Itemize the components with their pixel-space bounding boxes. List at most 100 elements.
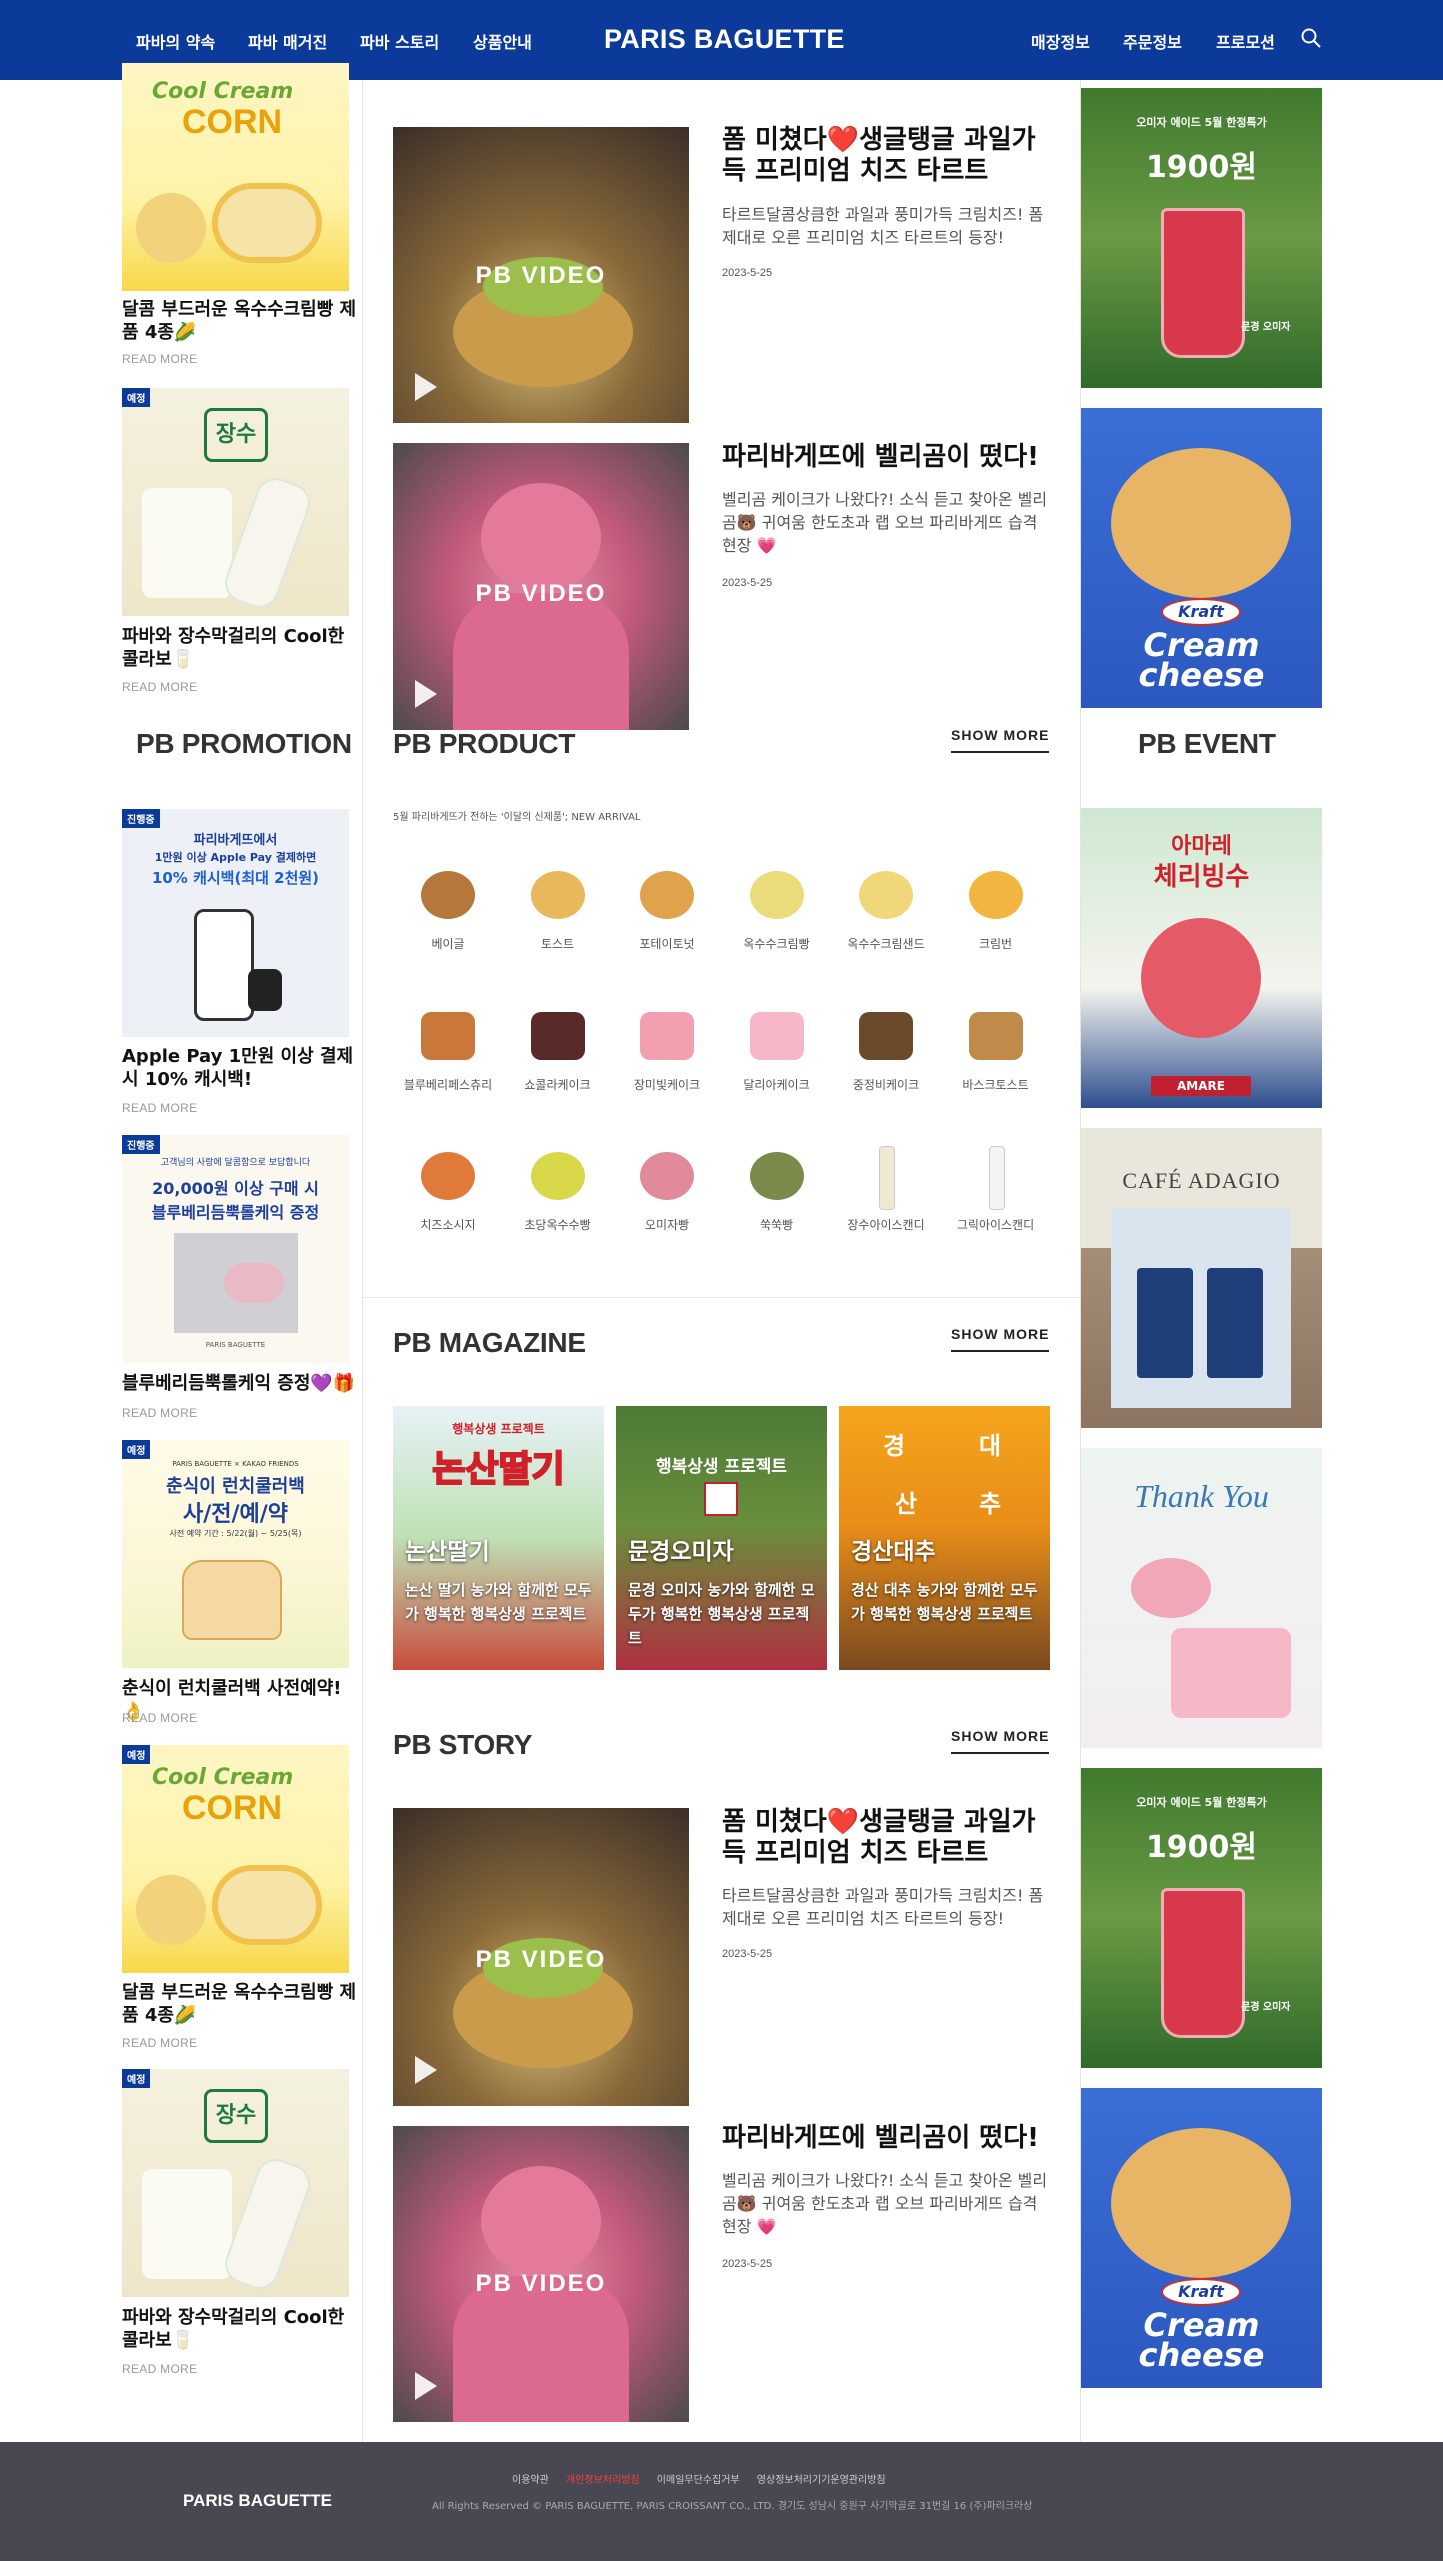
read-more-link[interactable]: READ MORE (122, 2036, 197, 2050)
product-show-more[interactable]: SHOW MORE (951, 727, 1050, 753)
event-banner[interactable]: CAFÉ ADAGIO (1081, 1128, 1322, 1428)
image-text: 파리바게뜨에서 (193, 833, 278, 848)
card-title[interactable]: 파바와 장수막걸리의 Cool한 콜라보🥛 (122, 2306, 362, 2352)
nav-magazine[interactable]: 파바 매거진 (248, 29, 327, 53)
photo-frame (1111, 1208, 1291, 1408)
product-item[interactable]: 쑥쑥빵 (722, 1146, 832, 1233)
video-thumbnail[interactable]: PB VIDEO (393, 1808, 689, 2106)
card-title[interactable]: 달콤 부드러운 옥수수크림빵 제품 4종🌽 (122, 1981, 362, 2027)
image-text: 고객님의 사랑에 달콤함으로 보답합니다 (160, 1158, 311, 1168)
card-title[interactable]: 달콤 부드러운 옥수수크림빵 제품 4종🌽 (122, 298, 362, 344)
event-banner[interactable]: Kraft Cream cheese (1081, 408, 1322, 708)
story-show-more[interactable]: SHOW MORE (951, 1728, 1050, 1754)
product-item[interactable]: 블루베리페스츄리 (393, 1006, 503, 1093)
read-more-link[interactable]: READ MORE (122, 2362, 197, 2376)
column-divider (362, 80, 363, 2442)
event-banner[interactable]: 오미자 에이드 5월 한정특가 1900원 문경 오미자 (1081, 88, 1322, 388)
magazine-desc: 문경 오미자 농가와 함께한 모두가 행복한 행복상생 프로젝트 (628, 1581, 815, 1647)
read-more-link[interactable]: READ MORE (122, 1406, 197, 1420)
event-banner[interactable]: Kraft Cream cheese (1081, 2088, 1322, 2388)
bread-shape (136, 193, 206, 263)
footer-link-cctv[interactable]: 영상정보처리기기운영관리방침 (757, 2475, 886, 2486)
brand-logo[interactable]: PARIS BAGUETTE (604, 24, 845, 55)
cake-photo (174, 1233, 298, 1333)
product-item[interactable]: 토스트 (503, 865, 613, 952)
event-heading: PB EVENT (1138, 728, 1276, 759)
nav-order[interactable]: 주문정보 (1123, 29, 1182, 53)
jangsu-card-image[interactable]: 예정 장수 (122, 388, 349, 616)
play-icon[interactable] (415, 2056, 437, 2084)
product-item[interactable]: 베이글 (393, 865, 503, 952)
product-item[interactable]: 바스크토스트 (941, 1006, 1051, 1093)
image-text: 장수 (204, 2089, 268, 2143)
cake-shape (1171, 1628, 1291, 1718)
product-label: 옥수수크림샌드 (847, 937, 925, 951)
corn-cream-card-image[interactable]: Cool Cream CORN (122, 63, 349, 291)
read-more-link[interactable]: READ MORE (122, 1101, 197, 1115)
apple-pay-card-image[interactable]: 진행중 파리바게뜨에서 1만원 이상 Apple Pay 결제하면 10% 캐시… (122, 809, 349, 1037)
jangsu-card-image[interactable]: 예정 장수 (122, 2069, 349, 2297)
video-thumbnail[interactable]: PB VIDEO (393, 2126, 689, 2422)
play-icon[interactable] (415, 2372, 437, 2400)
image-text: 10% 캐시백(최대 2천원) (151, 869, 320, 887)
product-image (632, 1006, 702, 1066)
nav-promise[interactable]: 파바의 약속 (136, 29, 215, 53)
story-date: 2023-5-25 (722, 1948, 773, 1960)
footer-link-terms[interactable]: 이용약관 (512, 2475, 549, 2486)
story-title[interactable]: 파리바게뜨에 벨리곰이 떴다! (722, 442, 1052, 473)
corn-cream-card-image[interactable]: 예정 Cool Cream CORN (122, 1745, 349, 1973)
product-item[interactable]: 오미자빵 (612, 1146, 722, 1233)
video-thumbnail[interactable]: PB VIDEO (393, 127, 689, 423)
product-label: 포테이토넛 (639, 937, 695, 951)
product-item[interactable]: 초당옥수수빵 (503, 1146, 613, 1233)
card-title[interactable]: 블루베리듬뿍롤케익 증정💜🎁 (122, 1372, 362, 1395)
play-icon[interactable] (415, 373, 437, 401)
product-image (523, 1146, 593, 1206)
nav-stores[interactable]: 매장정보 (1031, 29, 1090, 53)
product-item[interactable]: 중정비케이크 (831, 1006, 941, 1093)
product-image (961, 1146, 1031, 1210)
story-title[interactable]: 파리바게뜨에 벨리곰이 떴다! (722, 2123, 1052, 2154)
event-banner[interactable]: 오미자 에이드 5월 한정특가 1900원 문경 오미자 (1081, 1768, 1322, 2068)
product-label: 크림번 (978, 937, 1013, 951)
product-item[interactable]: 크림번 (941, 865, 1051, 952)
blueberry-card-image[interactable]: 진행중 고객님의 사랑에 달콤함으로 보답합니다 20,000원 이상 구매 시… (122, 1135, 349, 1363)
search-icon[interactable] (1300, 27, 1322, 49)
card-title[interactable]: 파바와 장수막걸리의 Cool한 콜라보🥛 (122, 625, 362, 671)
play-icon[interactable] (415, 680, 437, 708)
footer-link-privacy[interactable]: 개인정보처리방침 (566, 2475, 640, 2486)
product-item[interactable]: 장미빛케이크 (612, 1006, 722, 1093)
story-title[interactable]: 폼 미쳤다❤️생글탱글 과일가득 프리미엄 치즈 타르트 (722, 1807, 1052, 1869)
magazine-card[interactable]: 행복상생 프로젝트 문경오미자 문경 오미자 농가와 함께한 모두가 행복한 행… (616, 1406, 827, 1670)
chunsik-card-image[interactable]: 예정 PARIS BAGUETTE × KAKAO FRIENDS 춘식이 런치… (122, 1440, 349, 1668)
product-item[interactable]: 포테이토넛 (612, 865, 722, 952)
product-label: 오미자빵 (644, 1218, 690, 1232)
read-more-link[interactable]: READ MORE (122, 352, 197, 366)
video-thumbnail[interactable]: PB VIDEO (393, 443, 689, 730)
magazine-card[interactable]: 행복상생 프로젝트 논산딸기 논산딸기 논산 딸기 농가와 함께한 모두가 행복… (393, 1406, 604, 1670)
product-label: 장수아이스캔디 (847, 1218, 925, 1232)
product-item[interactable]: 옥수수크림빵 (722, 865, 832, 952)
product-item[interactable]: 달리아케이크 (722, 1006, 832, 1093)
product-item[interactable]: 옥수수크림샌드 (831, 865, 941, 952)
nav-promotion[interactable]: 프로모션 (1216, 29, 1275, 53)
story-title[interactable]: 폼 미쳤다❤️생글탱글 과일가득 프리미엄 치즈 타르트 (722, 125, 1052, 187)
event-banner[interactable]: Thank You (1081, 1448, 1322, 1748)
nav-products[interactable]: 상품안내 (473, 29, 532, 53)
image-text: 오미자 에이드 5월 한정특가 (1136, 1796, 1267, 1809)
product-item[interactable]: 쇼콜라케이크 (503, 1006, 613, 1093)
nav-story[interactable]: 파바 스토리 (360, 29, 439, 53)
image-text: 경 (883, 1432, 906, 1460)
read-more-link[interactable]: READ MORE (122, 1711, 197, 1725)
product-image (413, 865, 483, 925)
product-item[interactable]: 치즈소시지 (393, 1146, 503, 1233)
magazine-card[interactable]: 경 대 산 추 경산대추 경산 대추 농가와 함께한 모두가 행복한 행복상생 … (839, 1406, 1050, 1670)
product-item[interactable]: 그릭아이스캔디 (941, 1146, 1051, 1233)
footer-copyright: All Rights Reserved © PARIS BAGUETTE, PA… (432, 2501, 1033, 2512)
card-title[interactable]: Apple Pay 1만원 이상 결제 시 10% 캐시백! (122, 1045, 362, 1091)
product-item[interactable]: 장수아이스캔디 (831, 1146, 941, 1233)
read-more-link[interactable]: READ MORE (122, 680, 197, 694)
magazine-show-more[interactable]: SHOW MORE (951, 1326, 1050, 1352)
event-banner[interactable]: 아마레 체리빙수 AMARE (1081, 808, 1322, 1108)
footer-link-email[interactable]: 이메일무단수집거부 (657, 2475, 740, 2486)
